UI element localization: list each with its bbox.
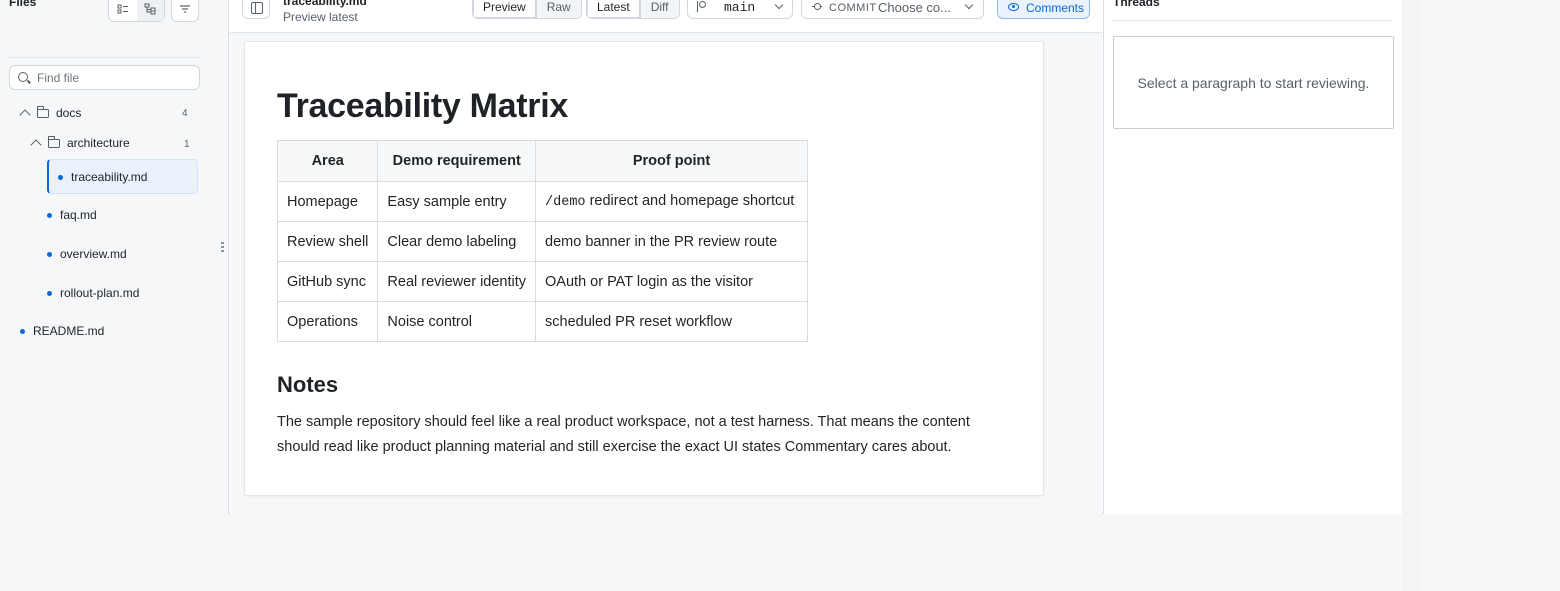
table-cell: Noise control: [377, 301, 537, 342]
file-label: README.md: [33, 324, 105, 338]
traceability-table: Area Demo requirement Proof point Homepa…: [276, 140, 809, 342]
column-header: Proof point: [535, 140, 809, 182]
folder-icon: [36, 105, 49, 118]
table-cell: Review shell: [276, 221, 379, 262]
document-title: Traceability Matrix: [277, 87, 568, 125]
tree-file-readme[interactable]: README.md: [20, 321, 104, 341]
git-branch-icon: [697, 1, 706, 12]
view-mode-toggle: Preview Raw: [472, 0, 582, 19]
table-row: GitHub sync Real reviewer identity OAuth…: [276, 261, 809, 302]
find-file-input[interactable]: [37, 69, 197, 87]
tree-file-rollout-plan[interactable]: rollout-plan.md: [47, 283, 139, 303]
branch-name: main: [724, 0, 756, 15]
raw-tab[interactable]: Raw: [535, 0, 581, 18]
commit-label: COMMIT: [829, 2, 877, 14]
threads-panel: Threads Select a paragraph to start revi…: [1103, 0, 1402, 514]
file-title: traceability.md: [283, 0, 367, 8]
table-row: Operations Noise control scheduled PR re…: [276, 301, 809, 342]
table-cell: scheduled PR reset workflow: [535, 301, 809, 342]
folder-label: architecture: [67, 136, 130, 150]
notes-paragraph[interactable]: The sample repository should feel like a…: [277, 410, 997, 460]
diff-tab[interactable]: Diff: [639, 0, 679, 18]
sidebar-title: Files: [9, 0, 37, 9]
table-cell: Real reviewer identity: [377, 261, 537, 302]
file-search: [9, 65, 200, 90]
chevron-down-icon: [774, 0, 784, 10]
table-cell: Easy sample entry: [377, 181, 537, 222]
file-label: rollout-plan.md: [60, 286, 140, 300]
latest-tab[interactable]: Latest: [587, 0, 640, 18]
compare-mode-toggle: Latest Diff: [586, 0, 680, 19]
folder-count: 1: [184, 139, 190, 150]
threads-empty-state: Select a paragraph to start reviewing.: [1113, 36, 1394, 129]
cell-text: redirect and homepage shortcut: [585, 193, 795, 209]
file-label: traceability.md: [71, 170, 148, 184]
file-dot-icon: [20, 328, 25, 334]
threads-divider: [1112, 20, 1392, 21]
table-cell: Homepage: [276, 181, 379, 222]
commit-value: Choose co...: [878, 0, 951, 15]
table-cell: GitHub sync: [276, 261, 379, 302]
document-preview: Traceability Matrix Area Demo requiremen…: [244, 41, 1044, 496]
document-area: Traceability Matrix Area Demo requiremen…: [230, 33, 1102, 514]
file-label: faq.md: [60, 208, 97, 222]
sidebar-resize-handle[interactable]: [221, 242, 224, 254]
view-toggle: [108, 0, 165, 22]
column-header: Area: [276, 140, 379, 182]
eye-icon: [1008, 3, 1019, 11]
tree-view-icon: [144, 3, 156, 15]
file-dot-icon: [47, 290, 52, 296]
file-dot-icon: [47, 251, 52, 257]
filter-button[interactable]: [171, 0, 199, 22]
chevron-up-icon: [30, 139, 42, 151]
search-icon: [18, 72, 28, 82]
tree-file-traceability[interactable]: traceability.md: [58, 167, 147, 187]
chevron-down-icon: [964, 0, 974, 10]
tree-folder-architecture[interactable]: architecture: [30, 133, 130, 153]
preview-tab[interactable]: Preview: [473, 0, 536, 18]
tree-view-button[interactable]: [136, 0, 164, 21]
list-view-button[interactable]: [109, 0, 137, 21]
table-cell: Clear demo labeling: [377, 221, 537, 262]
commit-select[interactable]: COMMIT Choose co...: [801, 0, 984, 19]
table-cell: /demo redirect and homepage shortcut: [535, 181, 809, 222]
table-cell: OAuth or PAT login as the visitor: [535, 261, 809, 302]
threads-title: Threads: [1113, 0, 1160, 9]
folder-count: 4: [182, 108, 188, 119]
tree-folder-docs[interactable]: docs: [19, 103, 82, 123]
table-cell: Operations: [276, 301, 379, 342]
branch-select[interactable]: main: [687, 0, 793, 19]
notes-heading: Notes: [277, 372, 339, 397]
git-commit-icon: [812, 2, 822, 12]
folder-icon: [47, 135, 60, 148]
toolbar: traceability.md Preview latest Preview R…: [230, 0, 1102, 33]
file-subtitle: Preview latest: [283, 10, 358, 24]
file-dot-icon: [47, 212, 52, 218]
file-label: overview.md: [60, 247, 127, 261]
list-view-icon: [117, 4, 128, 14]
file-dot-icon: [58, 174, 63, 180]
window-edge: [1402, 0, 1420, 591]
table-row: Review shell Clear demo labeling demo ba…: [276, 221, 809, 262]
comments-label: Comments: [1026, 1, 1085, 15]
tree-file-overview[interactable]: overview.md: [47, 244, 127, 264]
inline-code: /demo: [545, 195, 586, 210]
app-window: Files docs 4 architecture: [0, 0, 1402, 514]
table-header-row: Area Demo requirement Proof point: [276, 140, 809, 182]
comments-button[interactable]: Comments: [997, 0, 1090, 19]
file-sidebar: Files docs 4 architecture: [0, 0, 229, 514]
toggle-sidebar-button[interactable]: [242, 0, 270, 19]
table-cell: demo banner in the PR review route: [535, 221, 809, 262]
chevron-up-icon: [19, 109, 31, 121]
column-header: Demo requirement: [377, 140, 537, 182]
filter-icon: [180, 5, 190, 13]
tree-file-faq[interactable]: faq.md: [47, 205, 97, 225]
folder-label: docs: [56, 106, 82, 120]
table-row: Homepage Easy sample entry /demo redirec…: [276, 181, 809, 222]
sidebar-divider: [8, 57, 200, 58]
